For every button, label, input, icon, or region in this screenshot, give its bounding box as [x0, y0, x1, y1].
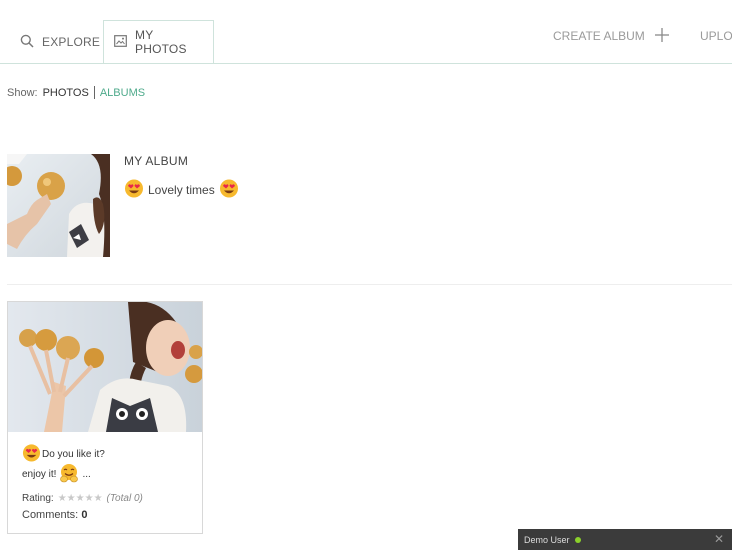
star-icon[interactable]: ★ — [94, 493, 103, 504]
chat-user-name[interactable]: Demo User — [524, 535, 570, 545]
photo-rating: Rating: ★★★★★ (Total 0) — [22, 493, 143, 504]
rating-stars[interactable]: ★★★★★ — [58, 493, 103, 504]
plus-icon — [654, 27, 669, 45]
comments-label: Comments: — [22, 509, 79, 521]
heart-eyes-emoji-icon — [22, 443, 41, 465]
photo-comments: Comments: 0 — [22, 509, 87, 521]
view-filter: Show: PHOTOS ALBUMS — [7, 86, 145, 99]
tab-my-photos[interactable]: MY PHOTOS — [103, 20, 214, 64]
hugging-emoji-icon — [59, 463, 79, 486]
album-description: Lovely times — [124, 178, 239, 201]
album-description-text: Lovely times — [148, 182, 215, 197]
star-icon[interactable]: ★ — [85, 493, 94, 504]
album-title[interactable]: MY ALBUM — [124, 154, 188, 168]
caption-text-1: Do you like it? — [42, 448, 105, 460]
chat-bar[interactable]: Demo User ✕ — [518, 529, 732, 550]
filter-photos-link[interactable]: PHOTOS — [43, 87, 89, 99]
online-status-icon — [574, 536, 581, 543]
create-album-label: CREATE ALBUM — [553, 29, 645, 43]
upload-label: UPLOAD — [700, 29, 732, 43]
heart-eyes-emoji-icon — [219, 178, 239, 201]
filter-divider — [93, 86, 95, 99]
photo-card[interactable]: Do you like it? enjoy it! ... Rating: ★★… — [7, 301, 203, 534]
caption-text-2: enjoy it! — [22, 469, 57, 480]
heart-eyes-emoji-icon — [124, 178, 144, 201]
section-divider — [7, 284, 732, 285]
rating-total: (Total 0) — [106, 493, 143, 504]
caption-ellipsis: ... — [82, 469, 91, 480]
rating-label: Rating: — [22, 493, 54, 504]
album-cover-image[interactable] — [7, 154, 110, 257]
star-icon[interactable]: ★ — [67, 493, 76, 504]
star-icon[interactable]: ★ — [76, 493, 85, 504]
create-album-button[interactable]: CREATE ALBUM — [553, 24, 669, 48]
photo-caption-line2: enjoy it! ... — [22, 463, 91, 486]
filter-label: Show: — [7, 86, 38, 99]
tab-underline — [0, 63, 732, 64]
search-icon — [20, 34, 34, 51]
tab-explore-label: EXPLORE — [42, 35, 101, 49]
photo-image[interactable] — [8, 302, 202, 432]
photo-caption-line1: Do you like it? — [22, 443, 105, 465]
comments-count: 0 — [81, 509, 88, 521]
close-icon[interactable]: ✕ — [714, 533, 724, 545]
photo-icon — [114, 34, 127, 50]
tab-bar: EXPLORE MY PHOTOS CREATE ALBUM UPLOAD — [0, 0, 732, 64]
upload-button[interactable]: UPLOAD — [700, 24, 732, 48]
filter-albums-link[interactable]: ALBUMS — [100, 87, 145, 99]
tab-explore[interactable]: EXPLORE — [10, 26, 110, 58]
star-icon[interactable]: ★ — [58, 493, 67, 504]
tab-my-photos-label: MY PHOTOS — [135, 28, 187, 56]
